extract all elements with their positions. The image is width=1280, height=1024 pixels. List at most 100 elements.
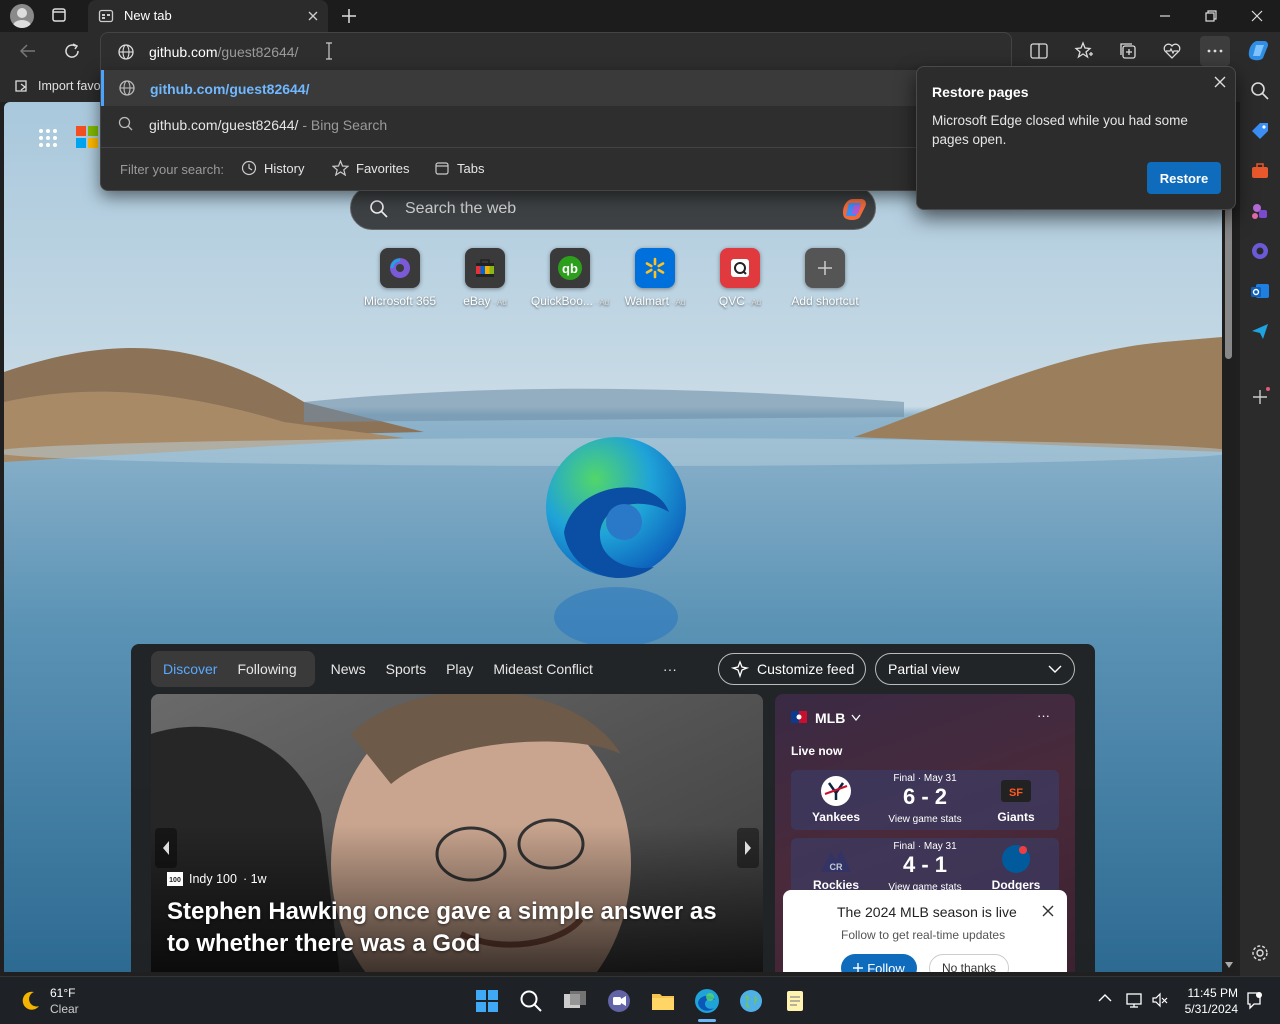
tab-mideast-conflict[interactable]: Mideast Conflict xyxy=(483,661,603,677)
restore-button[interactable]: Restore xyxy=(1147,162,1221,194)
close-icon[interactable] xyxy=(1041,904,1055,918)
chevron-down-icon[interactable] xyxy=(851,714,861,722)
hero-article[interactable]: 100 Indy 100 · 1w Stephen Hawking once g… xyxy=(151,694,763,972)
address-bar[interactable]: github.com/guest82644/ xyxy=(100,32,1012,70)
microsoft-365-icon[interactable] xyxy=(1249,240,1271,262)
customize-feed-button[interactable]: Customize feed xyxy=(718,653,866,685)
import-favorites-link[interactable]: Import favo xyxy=(38,79,101,93)
shortcut-add[interactable]: Add shortcut xyxy=(783,248,867,308)
settings-gear-icon[interactable] xyxy=(1249,942,1271,964)
suggestion-url[interactable]: github.com/guest82644/ xyxy=(101,70,1015,106)
game-card[interactable]: Yankees Final · May 31 6 - 2 View game s… xyxy=(791,770,1059,830)
address-host: github.com xyxy=(149,44,218,60)
team-name: Yankees xyxy=(811,810,861,824)
windows-start-icon[interactable] xyxy=(473,987,501,1015)
clock-date[interactable]: 5/31/2024 xyxy=(1176,1002,1238,1016)
web-search-box[interactable]: Search the web xyxy=(350,186,876,230)
minimize-icon[interactable] xyxy=(1157,8,1173,24)
globe-icon xyxy=(117,43,135,61)
shortcut-walmart[interactable]: Walmart · Ad xyxy=(613,248,697,308)
address-input[interactable]: github.com/guest82644/ xyxy=(149,44,298,60)
tab-play[interactable]: Play xyxy=(436,661,483,677)
shortcut-microsoft-365[interactable]: Microsoft 365 xyxy=(358,248,442,308)
edge-logo xyxy=(546,437,686,647)
back-icon[interactable] xyxy=(18,42,38,60)
shopping-tag-icon[interactable] xyxy=(1249,120,1271,142)
ad-badge: · Ad xyxy=(492,298,507,307)
filter-tabs[interactable]: Tabs xyxy=(434,160,484,176)
game-card[interactable]: CR Rockies Final · May 31 4 - 1 View gam… xyxy=(791,838,1059,898)
more-options-icon[interactable] xyxy=(1200,36,1230,66)
mlb-more-icon[interactable]: ··· xyxy=(1037,708,1050,723)
tab-actions-icon[interactable] xyxy=(48,6,70,26)
close-window-icon[interactable] xyxy=(1249,8,1265,24)
browser-essentials-icon[interactable] xyxy=(1162,41,1182,61)
carousel-next-icon[interactable] xyxy=(737,828,759,868)
mlb-title[interactable]: MLB xyxy=(815,710,845,726)
star-icon xyxy=(332,160,349,176)
shortcut-label: eBay xyxy=(463,294,491,308)
view-game-stats-link[interactable]: View game stats xyxy=(885,814,965,825)
copilot-icon[interactable] xyxy=(1244,36,1272,64)
edge-taskbar-icon[interactable] xyxy=(693,987,721,1015)
no-thanks-button[interactable]: No thanks xyxy=(929,954,1009,972)
article-title[interactable]: Stephen Hawking once gave a simple answe… xyxy=(167,896,737,960)
close-tab-icon[interactable] xyxy=(306,9,320,23)
feed-more-button[interactable]: ··· xyxy=(653,661,687,677)
close-icon[interactable] xyxy=(1213,75,1227,89)
profile-avatar[interactable] xyxy=(10,4,34,28)
clock-time[interactable]: 11:45 PM xyxy=(1186,986,1238,1000)
tools-briefcase-icon[interactable] xyxy=(1249,160,1271,182)
feed-tabs: Discover Following News Sports Play Mide… xyxy=(151,652,687,686)
filter-history[interactable]: History xyxy=(241,160,304,176)
follow-button[interactable]: Follow xyxy=(841,954,917,972)
games-icon[interactable] xyxy=(1249,200,1271,222)
page-scrollbar[interactable] xyxy=(1222,102,1236,972)
volume-muted-icon[interactable] xyxy=(1151,991,1169,1009)
favorites-icon[interactable] xyxy=(1074,41,1094,61)
chevron-up-icon[interactable] xyxy=(1098,993,1112,1003)
shortcut-label: Walmart xyxy=(624,294,669,308)
task-view-icon[interactable] xyxy=(561,987,589,1015)
new-tab-button[interactable] xyxy=(340,7,358,25)
scrollbar-thumb[interactable] xyxy=(1225,204,1232,359)
follow-label: Follow xyxy=(867,960,905,973)
restore-window-icon[interactable] xyxy=(1203,8,1219,24)
moon-weather-icon[interactable] xyxy=(18,989,42,1013)
tab-discover[interactable]: Discover xyxy=(151,661,227,677)
split-screen-icon[interactable] xyxy=(1029,42,1049,60)
tab-following[interactable]: Following xyxy=(227,661,320,677)
microsoft-logo-icon[interactable] xyxy=(76,126,98,148)
shortcut-ebay[interactable]: eBay · Ad xyxy=(443,248,527,308)
tab-news[interactable]: News xyxy=(321,661,376,677)
copilot-icon[interactable] xyxy=(839,195,869,223)
plus-icon xyxy=(805,248,845,288)
partial-view-select[interactable]: Partial view xyxy=(875,653,1075,685)
network-icon[interactable] xyxy=(1125,991,1143,1009)
shortcut-quickbooks[interactable]: qb QuickBoo... · Ad xyxy=(528,248,612,308)
file-explorer-icon[interactable] xyxy=(649,987,677,1015)
teams-chat-icon[interactable] xyxy=(605,987,633,1015)
add-sidebar-app-icon[interactable] xyxy=(1249,386,1271,408)
refresh-icon[interactable] xyxy=(62,41,82,61)
shortcut-qvc[interactable]: QVC · Ad xyxy=(698,248,782,308)
send-icon[interactable] xyxy=(1249,320,1271,342)
globe-app-icon[interactable] xyxy=(737,987,765,1015)
search-icon xyxy=(118,116,134,132)
carousel-prev-icon[interactable] xyxy=(155,828,177,868)
address-suggestions: github.com/guest82644/ github.com/guest8… xyxy=(100,70,1016,191)
notification-icon[interactable] xyxy=(1245,991,1263,1011)
outlook-icon[interactable] xyxy=(1249,280,1271,302)
suggestion-search-text: github.com/guest82644/ - Bing Search xyxy=(149,117,387,133)
filter-favorites[interactable]: Favorites xyxy=(332,160,409,176)
tab-sports[interactable]: Sports xyxy=(376,661,436,677)
tab-new-tab[interactable]: New tab xyxy=(88,0,328,32)
search-icon[interactable] xyxy=(1249,80,1271,102)
scroll-down-icon[interactable] xyxy=(1225,962,1233,968)
filter-label: Filter your search: xyxy=(120,162,225,177)
notepad-icon[interactable] xyxy=(781,987,809,1015)
collections-icon[interactable] xyxy=(1118,41,1138,61)
suggestion-bing-search[interactable]: github.com/guest82644/ - Bing Search xyxy=(101,106,1015,142)
search-icon[interactable] xyxy=(517,987,545,1015)
apps-launcher-icon[interactable] xyxy=(38,128,58,148)
